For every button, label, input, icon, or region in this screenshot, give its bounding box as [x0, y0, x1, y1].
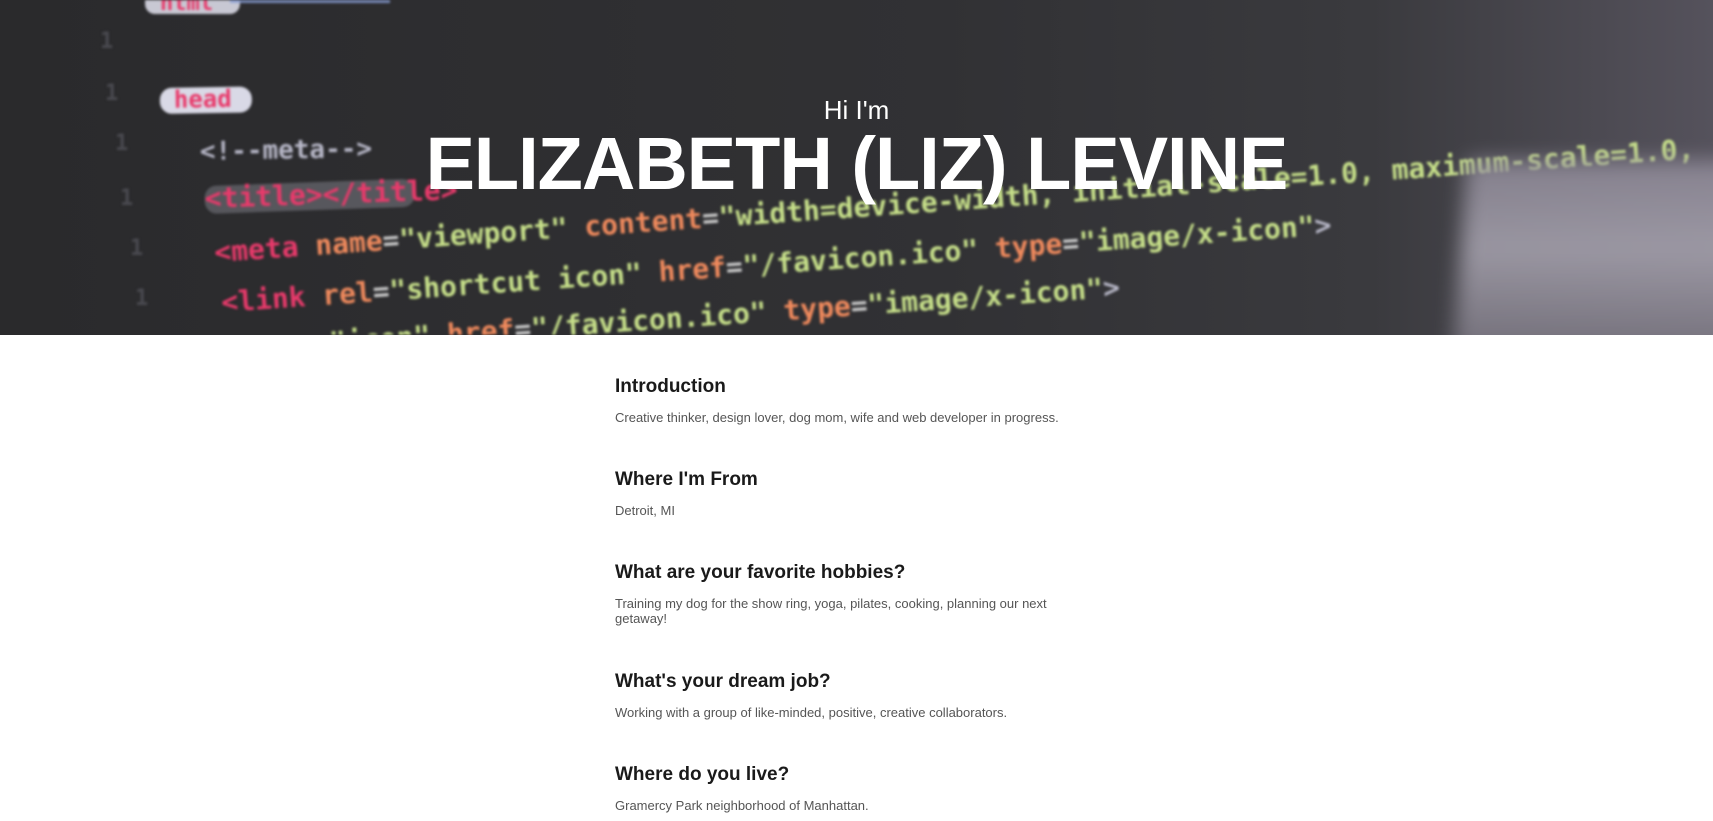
section-body: Training my dog for the show ring, yoga,… — [615, 596, 1047, 626]
section-where-live: Where do you live? Gramercy Park neighbo… — [615, 763, 1095, 813]
section-dream-job: What's your dream job? Working with a gr… — [615, 670, 1095, 720]
section-heading: Where do you live? — [615, 764, 790, 785]
section-heading: What's your dream job? — [615, 671, 831, 692]
section-hobbies: What are your favorite hobbies? Training… — [615, 561, 1095, 626]
svg-text:1: 1 — [100, 29, 113, 54]
section-introduction: Introduction Creative thinker, design lo… — [615, 375, 1095, 425]
svg-text:html: html — [160, 0, 213, 16]
section-body: Working with a group of like-minded, pos… — [615, 705, 1008, 720]
hero-greeting: Hi I'm — [823, 95, 890, 125]
section-heading: Introduction — [615, 376, 726, 397]
section-heading: What are your favorite hobbies? — [615, 562, 906, 583]
section-body: Gramercy Park neighborhood of Manhattan. — [615, 798, 869, 813]
section-body: Creative thinker, design lover, dog mom,… — [615, 410, 1059, 425]
svg-text:1: 1 — [135, 286, 148, 311]
hero-name-title: ELIZABETH (LIZ) LEVINE — [425, 122, 1289, 205]
section-where-from: Where I'm From Detroit, MI — [615, 468, 1095, 518]
section-body: Detroit, MI — [615, 503, 675, 518]
section-heading: Where I'm From — [615, 469, 758, 490]
hero-banner: 1 1 1 1 1 1 html head --> <!--meta--> <t… — [0, 0, 1713, 335]
svg-text:1: 1 — [130, 236, 143, 261]
